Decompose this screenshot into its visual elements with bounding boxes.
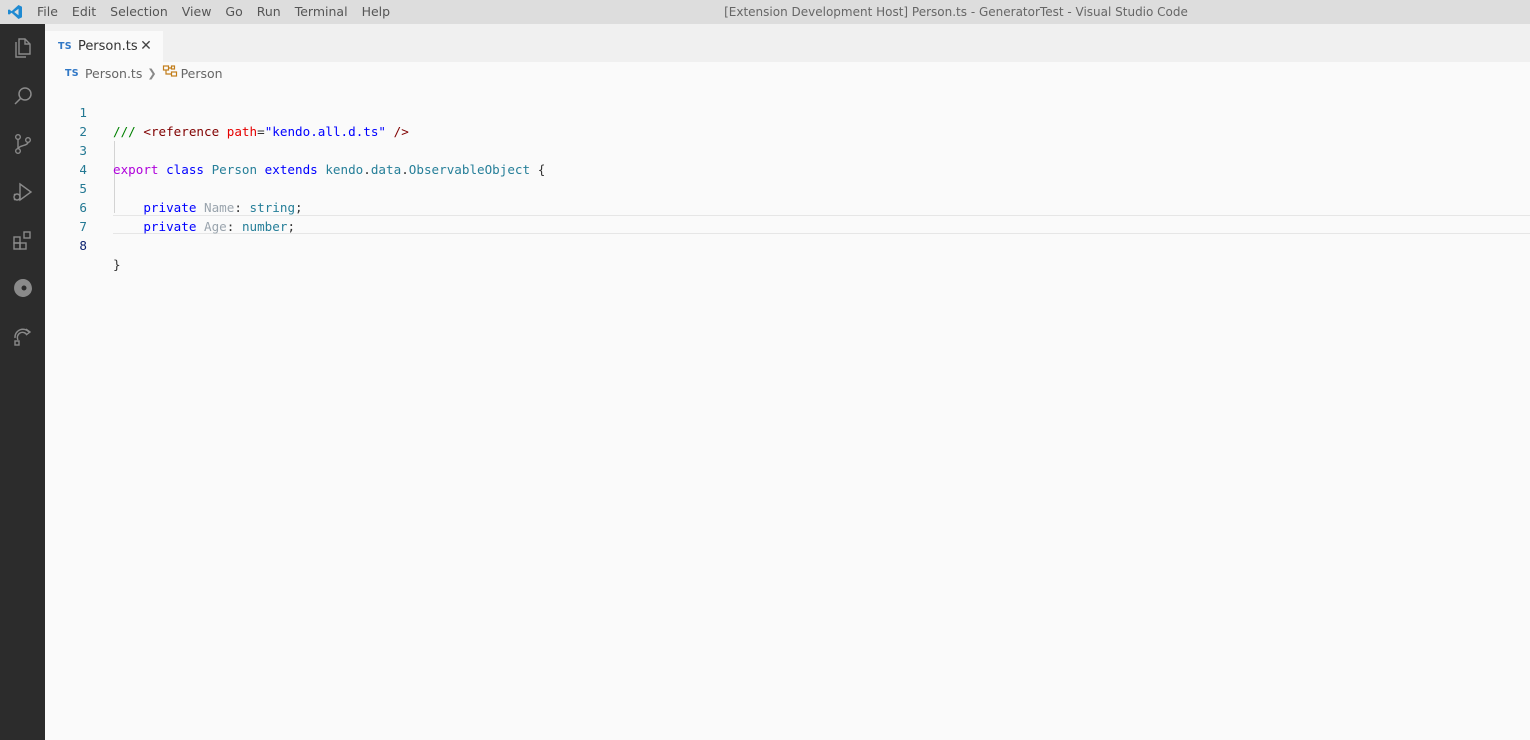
editor-tab-bar: TS Person.ts ✕ <box>45 24 1530 62</box>
remote-explorer-icon[interactable] <box>0 312 45 360</box>
menu-go[interactable]: Go <box>218 0 249 24</box>
menu-help[interactable]: Help <box>355 0 398 24</box>
symbol-class-icon <box>162 64 178 83</box>
source-control-icon[interactable] <box>0 120 45 168</box>
line-number: 8 <box>79 238 87 253</box>
typescript-file-icon: TS <box>65 67 79 79</box>
code-editor[interactable]: 1 /// <reference path="kendo.all.d.ts" /… <box>45 84 1530 740</box>
menu-file[interactable]: File <box>30 0 65 24</box>
tab-label: Person.ts <box>77 39 138 54</box>
vscode-logo-icon <box>0 0 30 24</box>
token: } <box>113 257 121 272</box>
explorer-icon[interactable] <box>0 24 45 72</box>
typescript-file-icon: TS <box>58 41 72 52</box>
edge-devtools-icon[interactable] <box>0 264 45 312</box>
search-icon[interactable] <box>0 72 45 120</box>
code-line: 3 export class Person extends kendo.data… <box>45 122 1530 177</box>
code-line: 1 /// <reference path="kendo.all.d.ts" /… <box>45 84 1530 139</box>
menu-run[interactable]: Run <box>250 0 288 24</box>
breadcrumb-symbol[interactable]: Person <box>162 64 223 83</box>
window-title: [Extension Development Host] Person.ts -… <box>724 5 1188 19</box>
breadcrumb-file[interactable]: TS Person.ts <box>65 66 142 81</box>
line-content: } <box>113 255 121 274</box>
close-icon[interactable]: ✕ <box>137 37 155 55</box>
menu-bar: File Edit Selection View Go Run Terminal… <box>30 0 397 24</box>
tab-person-ts[interactable]: TS Person.ts ✕ <box>45 31 163 62</box>
run-debug-icon[interactable] <box>0 168 45 216</box>
menu-view[interactable]: View <box>175 0 219 24</box>
code-line-active: 8 } <box>45 217 1530 272</box>
code-line: 5 private Name: string; <box>45 160 1530 215</box>
code-line: 4 <box>45 141 1530 177</box>
breadcrumb: TS Person.ts ❯ Person <box>45 62 1530 84</box>
code-line: 2 <box>45 103 1530 139</box>
breadcrumb-symbol-label: Person <box>180 65 223 81</box>
menu-selection[interactable]: Selection <box>103 0 175 24</box>
breadcrumb-file-label: Person.ts <box>84 65 143 81</box>
activity-bar <box>0 24 45 740</box>
code-line: 6 private Age: number; <box>45 179 1530 234</box>
extensions-icon[interactable] <box>0 216 45 264</box>
chevron-right-icon: ❯ <box>147 66 157 80</box>
menu-edit[interactable]: Edit <box>65 0 103 24</box>
menu-terminal[interactable]: Terminal <box>288 0 355 24</box>
code-line: 7 <box>45 198 1530 234</box>
title-bar: File Edit Selection View Go Run Terminal… <box>0 0 1530 24</box>
